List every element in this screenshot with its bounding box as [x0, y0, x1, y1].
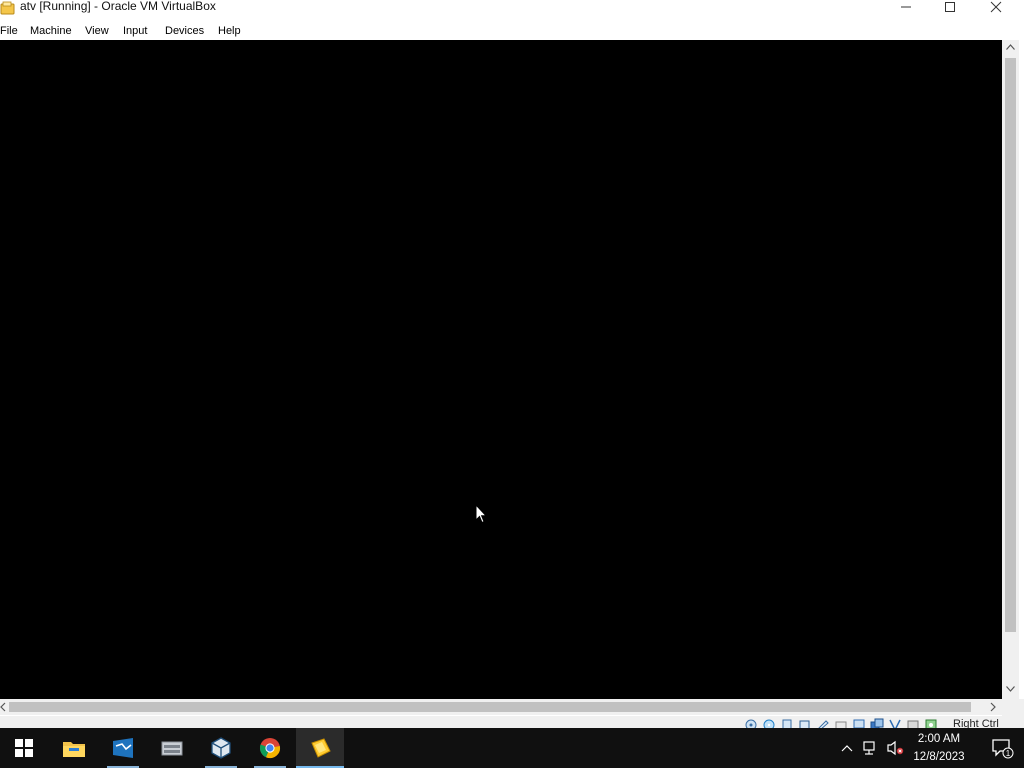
minimize-button[interactable]	[884, 0, 928, 14]
menu-machine[interactable]: Machine	[30, 24, 72, 38]
clock-date: 12/8/2023	[913, 751, 965, 763]
taskbar-vm-window[interactable]	[296, 728, 344, 768]
scroll-left-icon[interactable]	[0, 702, 6, 712]
taskbar-file-explorer[interactable]	[50, 728, 98, 768]
tray-volume[interactable]	[884, 728, 906, 768]
menu-help[interactable]: Help	[218, 24, 241, 38]
shared-folders-icon[interactable]	[834, 718, 848, 728]
taskbar-server-manager[interactable]	[99, 728, 147, 768]
server-manager-icon	[113, 738, 133, 758]
audio-icon[interactable]	[780, 718, 794, 728]
display-icon[interactable]	[852, 718, 866, 728]
scroll-up-icon[interactable]	[1006, 44, 1015, 50]
usb-icon[interactable]	[816, 718, 830, 728]
hard-disk-icon[interactable]	[744, 718, 758, 728]
maximize-button[interactable]	[928, 0, 972, 14]
window-title: atv [Running] - Oracle VM VirtualBox	[20, 0, 216, 13]
notification-icon: 1	[992, 739, 1014, 759]
title-bar[interactable]: atv [Running] - Oracle VM VirtualBox	[0, 0, 1024, 18]
scroll-corner	[1002, 699, 1024, 716]
taskbar: 2:00 AM 12/8/2023 1	[0, 728, 1024, 768]
optical-drive-icon[interactable]	[762, 718, 776, 728]
notification-count: 1	[1006, 749, 1011, 758]
clock-time: 2:00 AM	[917, 733, 961, 745]
horizontal-scrollbar[interactable]	[0, 699, 1002, 715]
network-icon	[863, 741, 875, 755]
windows-start-icon	[15, 739, 33, 757]
virtualbox-icon	[211, 737, 231, 759]
volume-muted-icon	[887, 740, 904, 756]
vertical-scrollbar[interactable]	[1002, 40, 1019, 699]
network-icon[interactable]	[798, 718, 812, 728]
mouse-integration-icon[interactable]	[888, 718, 902, 728]
virtualbox-vm-icon	[0, 1, 15, 15]
video-capture-icon[interactable]	[870, 718, 884, 728]
file-explorer-icon	[63, 742, 85, 757]
vm-window-icon	[311, 738, 331, 758]
horizontal-scroll-thumb[interactable]	[9, 702, 971, 712]
host-key-label: Right Ctrl	[953, 718, 999, 728]
maximize-icon	[945, 2, 955, 12]
vm-display[interactable]	[0, 40, 1002, 699]
action-center-button[interactable]: 1	[980, 728, 1024, 768]
menu-file[interactable]: File	[0, 24, 18, 38]
scroll-down-icon[interactable]	[1006, 686, 1015, 692]
menu-bar: File Machine View Input Devices Help	[0, 22, 1024, 40]
chrome-icon	[259, 738, 281, 759]
system-clock[interactable]: 2:00 AM 12/8/2023	[904, 730, 974, 766]
close-icon	[990, 1, 1002, 13]
tray-overflow[interactable]	[838, 728, 856, 768]
chevron-up-icon	[841, 745, 853, 752]
scroll-right-icon[interactable]	[990, 702, 996, 712]
tray-network[interactable]	[860, 728, 882, 768]
vertical-scroll-thumb[interactable]	[1005, 58, 1016, 632]
cpu-icon[interactable]	[906, 718, 920, 728]
menu-input[interactable]: Input	[123, 24, 147, 38]
taskbar-virtualbox[interactable]	[197, 728, 245, 768]
taskbar-chrome[interactable]	[246, 728, 294, 768]
storage-icon	[161, 741, 183, 756]
close-button[interactable]	[974, 0, 1018, 14]
menu-view[interactable]: View	[85, 24, 109, 38]
host-key-icon[interactable]	[924, 718, 938, 728]
arrow-pointer-icon	[475, 504, 487, 524]
status-bar: Right Ctrl	[0, 716, 1024, 728]
status-icons	[744, 718, 938, 728]
menu-devices[interactable]: Devices	[165, 24, 204, 38]
minimize-icon	[901, 6, 911, 8]
start-button[interactable]	[0, 728, 48, 768]
taskbar-storage[interactable]	[148, 728, 196, 768]
